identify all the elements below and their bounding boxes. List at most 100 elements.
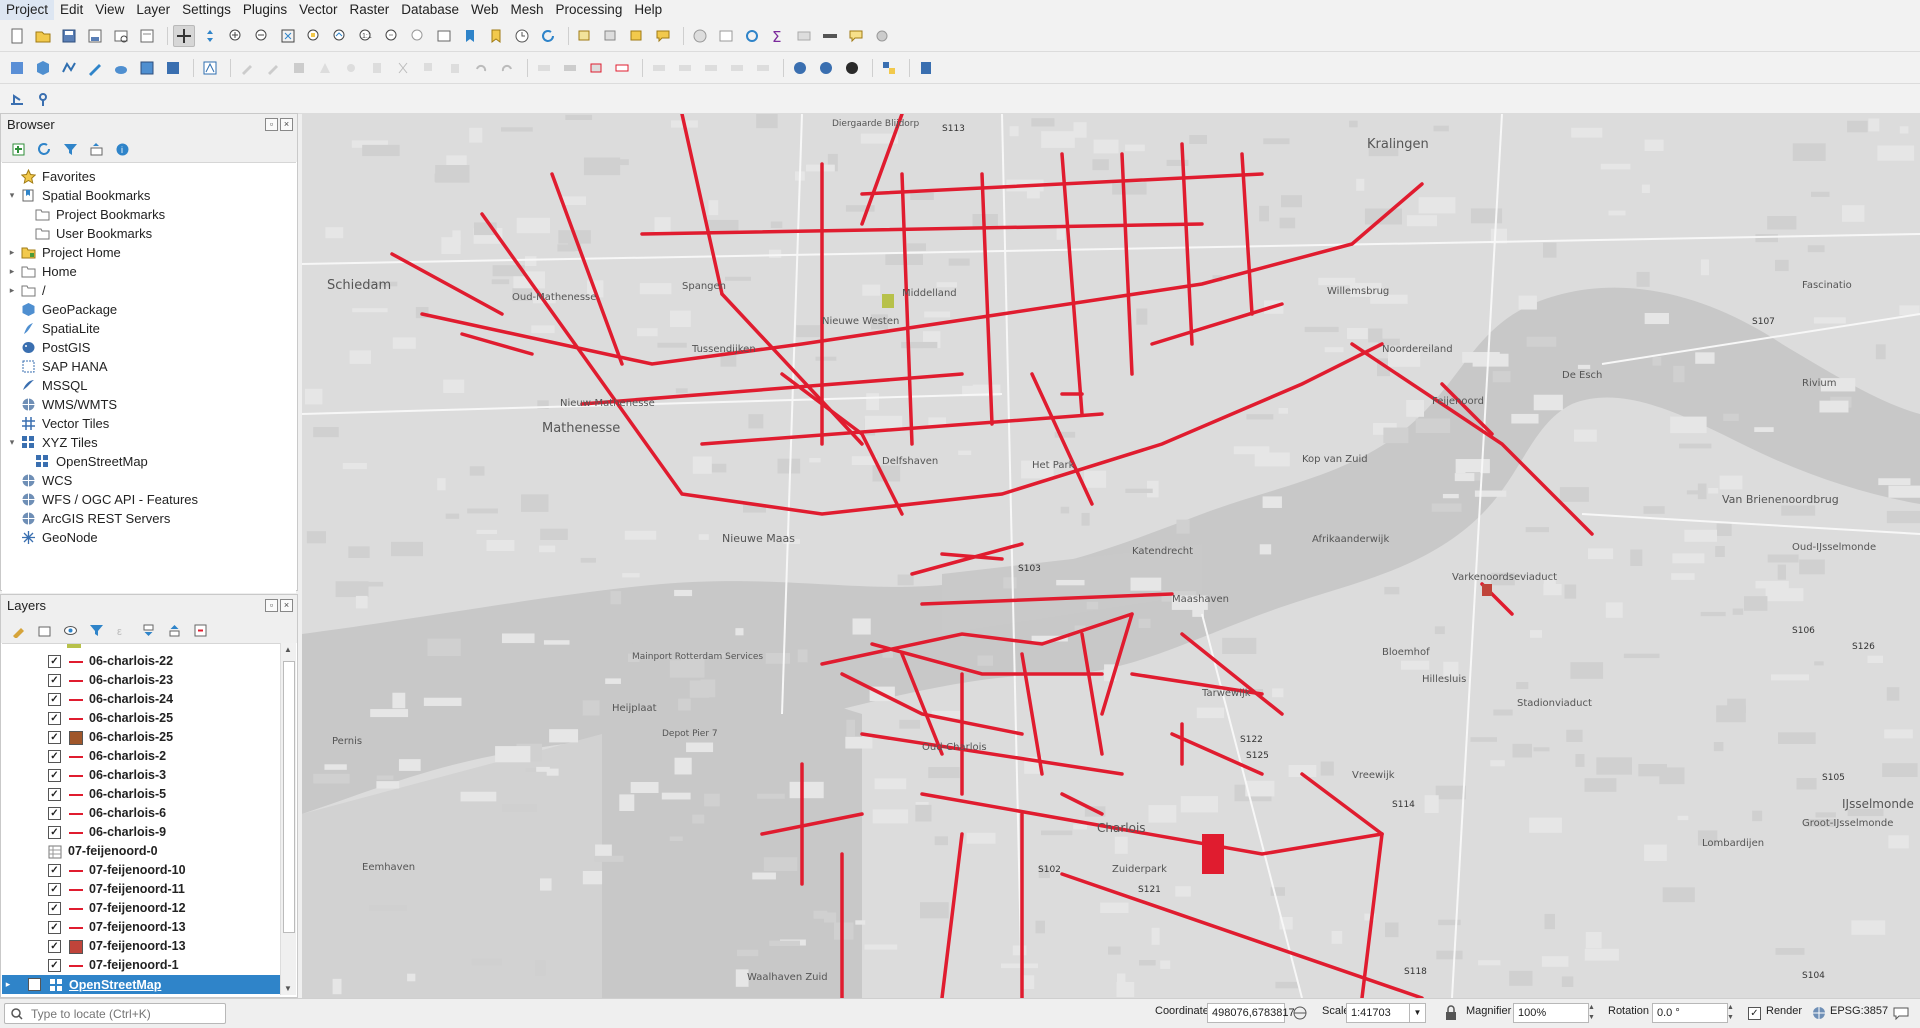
redo-icon[interactable] (496, 57, 518, 79)
select-features-icon[interactable] (574, 25, 596, 47)
layer-checkbox[interactable]: ✓ (48, 788, 61, 801)
layer-row[interactable]: 07-feijenoord-0 (2, 842, 280, 861)
deselect-icon[interactable] (626, 25, 648, 47)
layer-row[interactable]: ✓ 06-charlois-24 (2, 690, 280, 709)
zoom-layer-icon[interactable] (329, 25, 351, 47)
browser-item-spatial-bookmarks[interactable]: ▾ Spatial Bookmarks (2, 186, 296, 205)
label-move-icon[interactable] (648, 57, 670, 79)
data-source-manager-icon[interactable] (6, 57, 28, 79)
pan-to-selection-icon[interactable] (199, 25, 221, 47)
layer-checkbox[interactable]: ✓ (48, 940, 61, 953)
zoom-native-icon[interactable]: 1:1 (355, 25, 377, 47)
map-svg[interactable]: Schiedam Mathenesse Nieuw-Mathenesse Oud-Ma… (302, 114, 1920, 998)
browser-item-geopackage[interactable]: GeoPackage (2, 300, 296, 319)
menu-database[interactable]: Database (395, 0, 465, 20)
copy-features-icon[interactable] (418, 57, 440, 79)
menu-processing[interactable]: Processing (550, 0, 629, 20)
chevron-down-icon[interactable]: ▼ (1409, 1003, 1426, 1023)
coordinate-field[interactable]: 498076,6783817 (1207, 1003, 1295, 1023)
virtual-raster-icon[interactable] (162, 57, 184, 79)
browser-item-wms-wmts[interactable]: WMS/WMTS (2, 395, 296, 414)
python-console-icon[interactable] (878, 57, 900, 79)
magnifier-field[interactable]: 100% (1513, 1003, 1589, 1023)
statistics-icon[interactable]: Σ (767, 25, 789, 47)
close-panel-icon[interactable]: × (280, 118, 293, 131)
menu-project[interactable]: Project (0, 0, 55, 20)
layer-checkbox[interactable]: ✓ (48, 826, 61, 839)
browser-item-project-bookmarks[interactable]: Project Bookmarks (2, 205, 296, 224)
layer-row[interactable]: ✓ 07-feijenoord-12 (2, 899, 280, 918)
select-value-icon[interactable] (600, 25, 622, 47)
zoom-selection-icon[interactable] (303, 25, 325, 47)
collapse-layers-icon[interactable] (163, 619, 185, 641)
browser-item-vector-tiles[interactable]: Vector Tiles (2, 414, 296, 433)
layer-row[interactable]: ✓ 07-feijenoord-13 (2, 918, 280, 937)
layer-row[interactable]: ✓ 07-feijenoord-11 (2, 880, 280, 899)
open-project-icon[interactable] (32, 25, 54, 47)
layer-row[interactable]: ✓ 07-feijenoord-1 (2, 956, 280, 975)
menu-layer[interactable]: Layer (130, 0, 176, 20)
float-panel-icon[interactable]: ▫ (265, 599, 278, 612)
locator-input[interactable] (29, 1005, 223, 1022)
label-pin-icon[interactable] (559, 57, 581, 79)
add-group-icon[interactable] (33, 619, 55, 641)
label-tool-icon[interactable] (533, 57, 555, 79)
layer-row[interactable]: ✓ 06-charlois-5 (2, 785, 280, 804)
expand-arrow-icon[interactable]: ▸ (2, 979, 14, 990)
browser-item-[interactable]: ▸ / (2, 281, 296, 300)
rotation-stepper[interactable]: ▲ ▼ (1727, 1003, 1736, 1023)
layer-row[interactable]: ✓ 06-charlois-3 (2, 766, 280, 785)
measure-icon[interactable] (819, 25, 841, 47)
callout-icon[interactable] (752, 57, 774, 79)
layer-row[interactable]: ✓ 06-charlois-2 (2, 747, 280, 766)
new-geopackage-icon[interactable] (32, 57, 54, 79)
expand-all-icon[interactable] (137, 619, 159, 641)
browser-item-openstreetmap[interactable]: OpenStreetMap (2, 452, 296, 471)
remove-layer-icon[interactable] (189, 619, 211, 641)
gps-tool-icon[interactable] (32, 88, 54, 110)
menu-vector[interactable]: Vector (293, 0, 343, 20)
properties-info-icon[interactable]: i (111, 138, 133, 160)
layer-row[interactable]: ✓ 06-charlois-25 (2, 709, 280, 728)
layer-row[interactable]: ✓ 06-charlois-25 (2, 728, 280, 747)
menu-settings[interactable]: Settings (176, 0, 237, 20)
new-map-view-icon[interactable] (433, 25, 455, 47)
diagram-icon[interactable] (726, 57, 748, 79)
add-annotation-icon[interactable] (652, 25, 674, 47)
virtual-layer-icon[interactable] (110, 57, 132, 79)
layer-checkbox[interactable]: ✓ (48, 902, 61, 915)
settings-gear-icon[interactable] (871, 25, 893, 47)
new-project-icon[interactable] (6, 25, 28, 47)
metasearch-icon[interactable] (915, 57, 937, 79)
layer-checkbox[interactable]: ✓ (48, 712, 61, 725)
layer-row[interactable]: ✓ 06-charlois-6 (2, 804, 280, 823)
layer-row-openstreetmap[interactable]: ▸ ✓ OpenStreetMap (2, 975, 280, 994)
map-tips-icon[interactable] (793, 25, 815, 47)
menu-view[interactable]: View (89, 0, 130, 20)
refresh-icon[interactable] (537, 25, 559, 47)
expand-arrow-icon[interactable]: ▸ (6, 243, 18, 262)
messages-icon[interactable] (1893, 1006, 1909, 1020)
new-shapefile-icon[interactable] (58, 57, 80, 79)
browser-item-project-home[interactable]: ▸ Project Home (2, 243, 296, 262)
browser-item-arcgis-rest-servers[interactable]: ArcGIS REST Servers (2, 509, 296, 528)
browser-item-home[interactable]: ▸ Home (2, 262, 296, 281)
pan-map-icon[interactable] (173, 24, 195, 47)
browser-item-sap-hana[interactable]: SAP HANA (2, 357, 296, 376)
vertex-tool-icon[interactable] (340, 57, 362, 79)
identify-icon[interactable] (689, 25, 711, 47)
edit-pencil-icon[interactable] (236, 57, 258, 79)
browser-item-geonode[interactable]: GeoNode (2, 528, 296, 547)
filter-legend-icon[interactable] (85, 619, 107, 641)
layer-row[interactable]: ✓ 06-charlois-22 (2, 652, 280, 671)
layer-checkbox[interactable]: ✓ (48, 731, 61, 744)
layer-styling-icon[interactable] (7, 619, 29, 641)
processing-toolbox-icon[interactable] (741, 25, 763, 47)
filter-browser-icon[interactable] (59, 138, 81, 160)
browser-item-favorites[interactable]: Favorites (2, 167, 296, 186)
wms-add-icon[interactable] (789, 57, 811, 79)
paste-features-icon[interactable] (444, 57, 466, 79)
collapse-all-icon[interactable] (85, 138, 107, 160)
digitize-icon[interactable] (84, 57, 106, 79)
delete-selected-icon[interactable] (366, 57, 388, 79)
